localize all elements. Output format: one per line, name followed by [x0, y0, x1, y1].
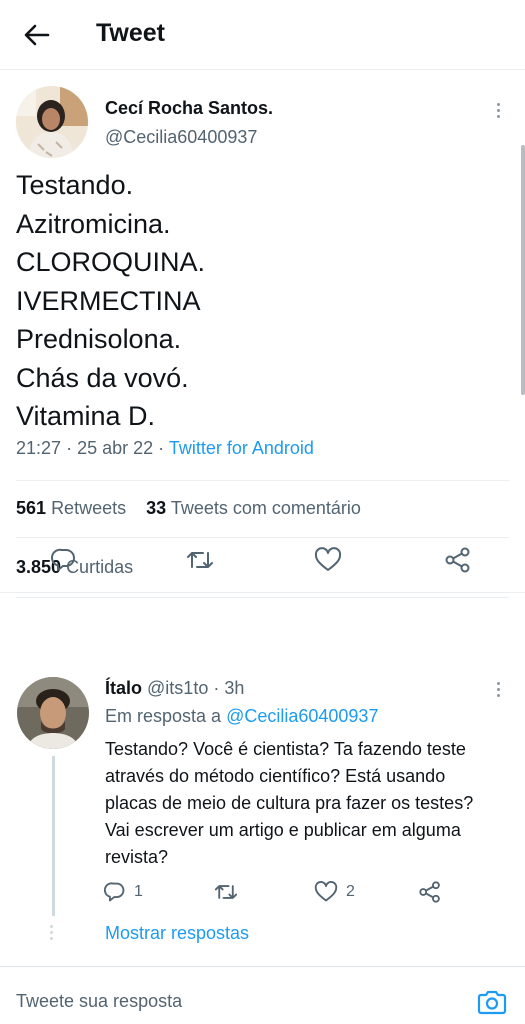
- quotes-count: 33: [146, 498, 167, 518]
- reply-icon: [51, 548, 75, 571]
- author-handle[interactable]: @Cecilia60400937: [105, 127, 257, 148]
- tweet-date: 25 abr 22: [77, 438, 154, 458]
- reply-author-avatar[interactable]: [17, 677, 89, 749]
- meta-separator: ·: [66, 438, 73, 458]
- reply-author-handle[interactable]: @its1to: [147, 678, 208, 698]
- like-button[interactable]: [308, 540, 348, 580]
- tweet-line: Prednisolona.: [16, 324, 182, 354]
- back-button[interactable]: [20, 20, 54, 50]
- reply-like-count: 2: [346, 883, 355, 900]
- reply-icon: [104, 882, 125, 902]
- reply-actions: 1 2: [0, 878, 525, 906]
- tweet-line: Chás da vovó.: [16, 362, 189, 393]
- reply-composer: Tweete sua resposta: [0, 966, 525, 1024]
- camera-button[interactable]: [476, 987, 508, 1017]
- retweets-label: Retweets: [51, 498, 127, 518]
- reply-reply-button[interactable]: 1: [104, 878, 143, 906]
- retweets-stat[interactable]: 561 Retweets: [16, 498, 131, 518]
- tweet-line: IVERMECTINA: [16, 285, 201, 316]
- thread-dots: [50, 925, 53, 940]
- divider: [16, 537, 509, 538]
- reply-line: Testando? Você é cientista? Ta fazendo t…: [105, 739, 466, 759]
- tweet-text: Testando. Azitromicina. CLOROQUINA. IVER…: [16, 166, 506, 436]
- reply-author-name[interactable]: Ítalo: [105, 678, 142, 698]
- reply-text: Testando? Você é cientista? Ta fazendo t…: [105, 736, 515, 871]
- reply-like-button[interactable]: 2: [314, 878, 355, 906]
- share-icon: [419, 881, 440, 903]
- arrow-left-icon: [24, 24, 50, 46]
- more-vertical-icon: [496, 681, 500, 685]
- meta-separator: ·: [158, 438, 165, 458]
- tweet-actions: [0, 540, 525, 580]
- scrollbar[interactable]: [521, 145, 525, 395]
- engagement-stats: 561 Retweets 33 Tweets com comentário: [16, 498, 361, 519]
- reply-count: 1: [134, 883, 143, 900]
- reply-header: Ítalo @its1to · 3h: [105, 678, 244, 699]
- quotes-label: Tweets com comentário: [170, 498, 361, 518]
- tweet-line: Azitromicina.: [16, 208, 171, 239]
- divider: [16, 480, 509, 481]
- reply-age: 3h: [224, 678, 245, 698]
- reply-tweet[interactable]: Ítalo @its1to · 3h Em resposta a @Cecili…: [0, 593, 525, 963]
- tweet-source-link[interactable]: Twitter for Android: [169, 438, 314, 458]
- reply-line: revista?: [105, 847, 169, 867]
- share-button[interactable]: [438, 540, 478, 580]
- tweet-metadata: 21:27 · 25 abr 22 · Twitter for Android: [16, 438, 314, 459]
- tweet-time: 21:27: [16, 438, 62, 458]
- avatar-photo: [16, 86, 88, 158]
- reply-line: através do método científico? Está usand…: [105, 766, 446, 786]
- tweet-line: CLOROQUINA.: [16, 247, 206, 277]
- author-avatar[interactable]: [16, 86, 88, 158]
- share-icon: [445, 547, 470, 573]
- tweet-line: Testando.: [16, 170, 134, 200]
- in-reply-mention[interactable]: @Cecilia60400937: [226, 706, 378, 726]
- heart-icon: [314, 881, 338, 902]
- reply-line: Vai escrever um artigo e publicar em alg…: [105, 820, 461, 840]
- avatar-photo: [17, 677, 89, 749]
- more-vertical-icon: [496, 102, 500, 106]
- reply-input[interactable]: Tweete sua resposta: [16, 991, 446, 1012]
- top-app-bar: Tweet: [0, 0, 525, 70]
- heart-icon: [314, 547, 342, 571]
- author-name[interactable]: Cecí Rocha Santos.: [105, 98, 273, 119]
- reply-share-button[interactable]: [418, 878, 442, 906]
- retweet-button[interactable]: [180, 540, 220, 580]
- tweet-line: Vitamina D.: [16, 401, 156, 431]
- in-reply-prefix: Em resposta a: [105, 706, 222, 726]
- reply-line: placas de meio de cultura pra fazer os t…: [105, 793, 474, 813]
- more-options-button[interactable]: [488, 98, 508, 122]
- retweet-icon: [187, 552, 213, 568]
- page-title: Tweet: [96, 19, 165, 47]
- reply-dot: ·: [213, 678, 220, 698]
- reply-button[interactable]: [44, 540, 84, 580]
- camera-icon: [477, 990, 507, 1015]
- reply-retweet-button[interactable]: [214, 878, 238, 906]
- quote-tweets-stat[interactable]: 33 Tweets com comentário: [146, 498, 361, 518]
- retweets-count: 561: [16, 498, 47, 518]
- in-reply-to: Em resposta a @Cecilia60400937: [105, 706, 378, 727]
- show-replies-link[interactable]: Mostrar respostas: [105, 923, 249, 944]
- retweet-icon: [214, 885, 238, 899]
- reply-more-options-button[interactable]: [488, 677, 508, 701]
